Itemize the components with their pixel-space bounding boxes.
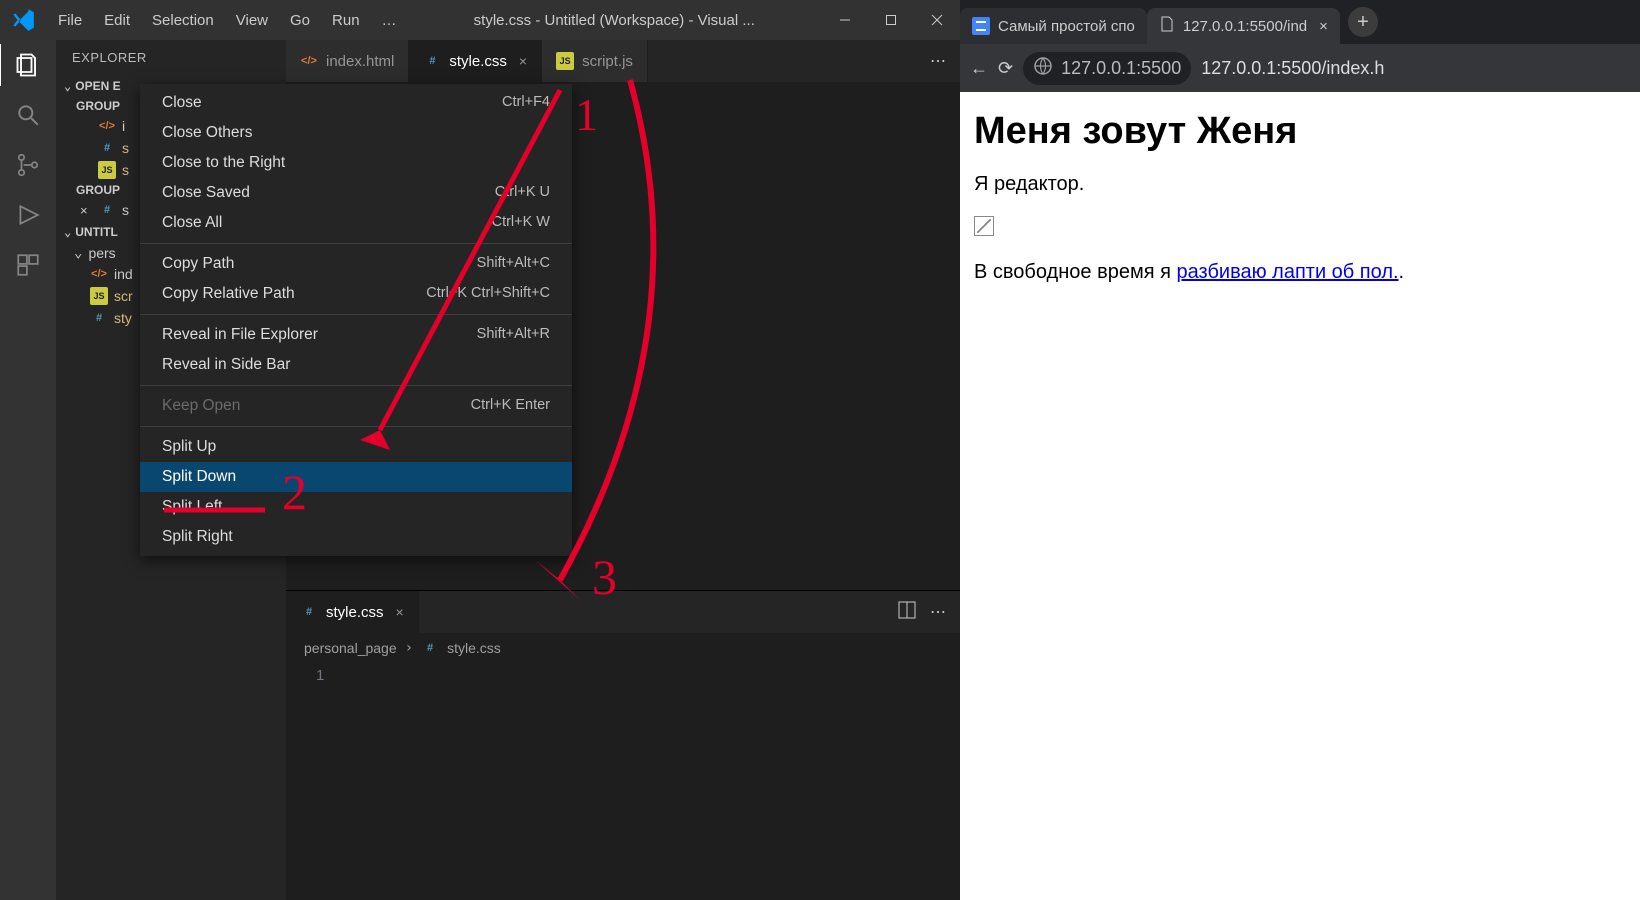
menu-close-others[interactable]: Close Others — [140, 118, 572, 148]
css-file-icon: # — [300, 603, 318, 621]
reload-button[interactable]: ⟳ — [998, 58, 1013, 79]
css-file-icon: # — [98, 201, 116, 219]
editor-tabs-top: </> index.html # style.css × JS script.j… — [286, 40, 960, 82]
css-file-icon: # — [421, 639, 439, 657]
menu-selection[interactable]: Selection — [142, 6, 224, 35]
tab-style-css-bottom[interactable]: # style.css × — [286, 591, 419, 633]
menu-file[interactable]: File — [48, 6, 92, 35]
editor-group-bottom: # style.css × ⋯ personal_page › # style.… — [286, 590, 960, 900]
css-file-icon: # — [90, 309, 108, 327]
browser-toolbar: ← ⟳ 127.0.0.1:5500 127.0.0.1:5500/index.… — [960, 44, 1640, 92]
tab-context-menu: CloseCtrl+F4 Close Others Close to the R… — [140, 84, 572, 556]
vscode-window: File Edit Selection View Go Run … style.… — [0, 0, 960, 900]
page-link[interactable]: разбиваю лапти об пол. — [1176, 261, 1398, 283]
html-file-icon: </> — [90, 265, 108, 283]
page-heading: Меня зовут Женя — [974, 110, 1626, 153]
css-file-icon: # — [98, 139, 116, 157]
activity-bar — [0, 40, 56, 900]
html-file-icon: </> — [98, 117, 116, 135]
js-file-icon: JS — [98, 161, 116, 179]
activity-source-control-icon[interactable] — [13, 150, 43, 180]
menu-close-saved[interactable]: Close SavedCtrl+K U — [140, 178, 572, 208]
breadcrumb[interactable]: personal_page › # style.css — [286, 633, 960, 663]
vscode-logo-icon — [10, 7, 36, 33]
back-button[interactable]: ← — [970, 58, 988, 79]
activity-search-icon[interactable] — [13, 100, 43, 130]
close-icon[interactable]: × — [80, 203, 92, 218]
browser-tabstrip: Самый простой спо 127.0.0.1:5500/ind × + — [960, 0, 1640, 44]
new-tab-button[interactable]: + — [1348, 7, 1378, 37]
broken-image-icon — [974, 216, 994, 236]
activity-extensions-icon[interactable] — [13, 250, 43, 280]
sidebar-header: EXPLORER — [56, 40, 286, 75]
titlebar: File Edit Selection View Go Run … style.… — [0, 0, 960, 40]
split-editor-icon[interactable] — [898, 601, 916, 624]
menu-close-right[interactable]: Close to the Right — [140, 148, 572, 178]
menu-go[interactable]: Go — [280, 6, 320, 35]
menu-separator — [140, 243, 572, 244]
menu-split-right[interactable]: Split Right — [140, 522, 572, 552]
window-maximize-button[interactable] — [868, 0, 914, 40]
page-paragraph: В свободное время я разбиваю лапти об по… — [974, 261, 1626, 284]
tab-script-js[interactable]: JS script.js — [542, 40, 648, 82]
window-minimize-button[interactable] — [822, 0, 868, 40]
globe-icon — [1033, 56, 1053, 81]
menu-separator — [140, 314, 572, 315]
tab-style-css[interactable]: # style.css × — [409, 40, 542, 82]
js-file-icon: JS — [90, 287, 108, 305]
editor-tabs-bottom: # style.css × ⋯ — [286, 591, 960, 633]
menu-keep-open: Keep OpenCtrl+K Enter — [140, 391, 572, 421]
file-icon — [1159, 16, 1175, 36]
browser-tab-docs[interactable]: Самый простой спо — [960, 8, 1147, 44]
page-content: Меня зовут Женя Я редактор. В свободное … — [960, 92, 1640, 900]
more-actions-icon[interactable]: ⋯ — [930, 602, 946, 622]
menu-copy-path[interactable]: Copy PathShift+Alt+C — [140, 249, 572, 279]
close-icon[interactable]: × — [396, 604, 404, 620]
menu-split-up[interactable]: Split Up — [140, 432, 572, 462]
menu-reveal-sidebar[interactable]: Reveal in Side Bar — [140, 350, 572, 380]
close-icon[interactable]: × — [1319, 18, 1328, 35]
tab-overflow-icon[interactable]: ⋯ — [916, 40, 960, 82]
page-paragraph: Я редактор. — [974, 173, 1626, 196]
line-number: 1 — [286, 663, 960, 684]
activity-debug-icon[interactable] — [13, 200, 43, 230]
browser-window: Самый простой спо 127.0.0.1:5500/ind × +… — [960, 0, 1640, 900]
site-info-chip[interactable]: 127.0.0.1:5500 — [1023, 52, 1191, 85]
menu-edit[interactable]: Edit — [94, 6, 140, 35]
menu-reveal-explorer[interactable]: Reveal in File ExplorerShift+Alt+R — [140, 320, 572, 350]
menu-separator — [140, 426, 572, 427]
menu-separator — [140, 385, 572, 386]
tab-index-html[interactable]: </> index.html — [286, 40, 409, 82]
browser-tab-localhost[interactable]: 127.0.0.1:5500/ind × — [1147, 8, 1340, 44]
html-file-icon: </> — [300, 52, 318, 70]
menu-close-all[interactable]: Close AllCtrl+K W — [140, 208, 572, 238]
menu-close[interactable]: CloseCtrl+F4 — [140, 88, 572, 118]
menu-split-down[interactable]: Split Down — [140, 462, 572, 492]
google-docs-icon — [972, 17, 990, 35]
close-icon[interactable]: × — [519, 53, 527, 69]
menu-split-left[interactable]: Split Left — [140, 492, 572, 522]
menu-more[interactable]: … — [372, 6, 407, 35]
activity-explorer-icon[interactable] — [13, 50, 43, 80]
window-title: style.css - Untitled (Workspace) - Visua… — [407, 12, 822, 29]
window-close-button[interactable] — [914, 0, 960, 40]
menu-view[interactable]: View — [226, 6, 278, 35]
css-file-icon: # — [423, 52, 441, 70]
menu-run[interactable]: Run — [322, 6, 370, 35]
menu-bar: File Edit Selection View Go Run … — [48, 6, 407, 35]
address-bar[interactable]: 127.0.0.1:5500/index.h — [1201, 58, 1384, 79]
menu-copy-relative-path[interactable]: Copy Relative PathCtrl+K Ctrl+Shift+C — [140, 279, 572, 309]
js-file-icon: JS — [556, 52, 574, 70]
